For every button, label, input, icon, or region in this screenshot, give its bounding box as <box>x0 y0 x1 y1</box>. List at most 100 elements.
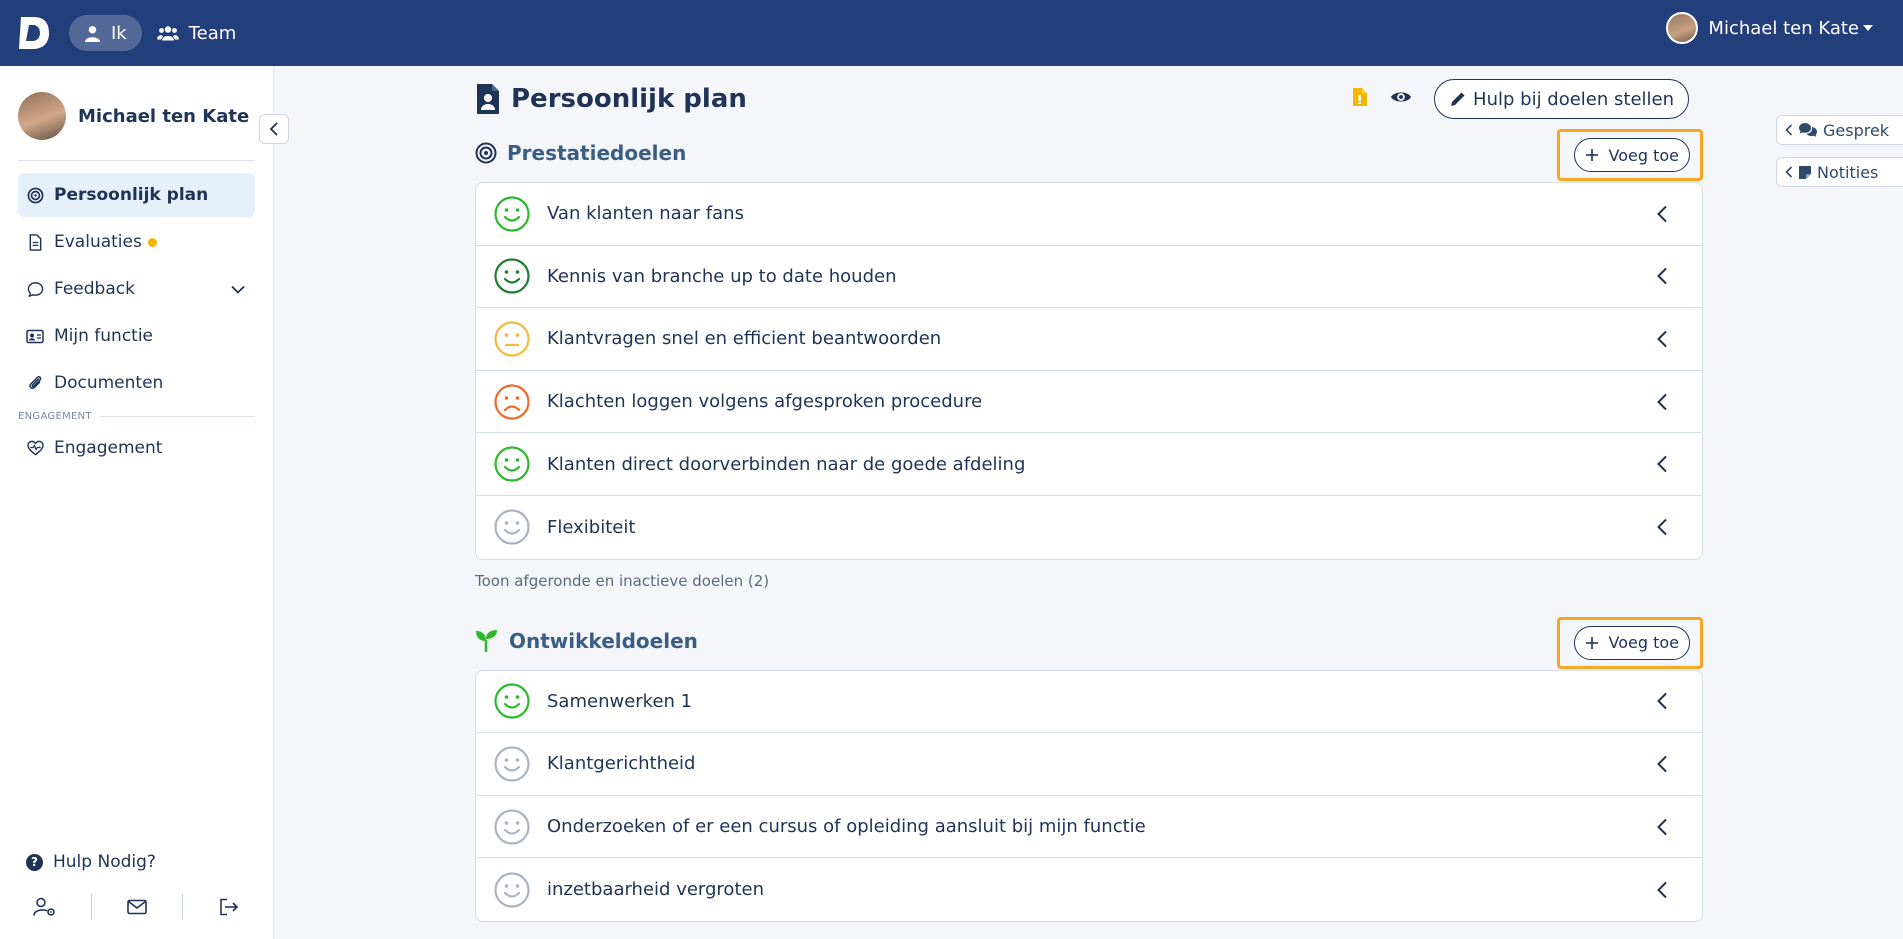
side-tab-label: Gesprek <box>1823 120 1890 140</box>
page-header: Persoonlijk plan Hulp bij doelen stellen <box>475 66 1703 132</box>
logout-icon[interactable] <box>183 894 274 920</box>
notification-dot <box>147 237 157 247</box>
goal-row[interactable]: Kennis van branche up to date houden <box>476 246 1702 309</box>
plus-icon <box>1585 636 1598 649</box>
divider <box>99 416 255 417</box>
smiley-face-icon <box>494 509 530 545</box>
sprout-icon <box>476 629 497 652</box>
goal-row[interactable]: Klantgerichtheid <box>476 733 1702 796</box>
side-tab-gesprek[interactable]: Gesprek <box>1776 115 1903 145</box>
sad-face-icon <box>494 383 530 420</box>
add-goal-label: Voeg toe <box>1608 633 1679 653</box>
target-icon <box>475 142 497 164</box>
goal-row[interactable]: Samenwerken 1 <box>476 671 1702 734</box>
chevron-left-icon <box>1657 393 1667 410</box>
divider <box>18 160 255 161</box>
show-inactive-goals-link[interactable]: Toon afgeronde en inactieve doelen (2) <box>475 572 1703 592</box>
note-icon <box>1799 165 1811 179</box>
sidebar-item-label: Documenten <box>54 373 164 393</box>
eye-icon[interactable] <box>1390 89 1412 109</box>
goal-title: inzetbaarheid vergroten <box>547 879 764 901</box>
chevron-left-icon <box>1657 693 1667 710</box>
person-document-icon <box>477 84 499 114</box>
goal-title: Klachten loggen volgens afgesproken proc… <box>547 391 983 413</box>
highlight-frame: Voeg toe <box>1556 616 1703 669</box>
section-label-text: ENGAGEMENT <box>18 411 92 422</box>
help-link[interactable]: ? Hulp Nodig? <box>26 852 156 872</box>
chevron-left-icon <box>1657 330 1667 348</box>
goal-row[interactable]: inzetbaarheid vergroten <box>476 858 1702 921</box>
sidebar-item-evaluaties[interactable]: Evaluaties <box>18 220 255 264</box>
nav-team[interactable]: Team <box>142 15 252 51</box>
sidebar-item-persoonlijk-plan[interactable]: Persoonlijk plan <box>18 173 255 217</box>
id-card-icon <box>26 327 44 345</box>
side-tab-notities[interactable]: Notities <box>1776 157 1903 187</box>
section-title: Ontwikkeldoelen <box>509 628 698 653</box>
side-tab-label: Notities <box>1817 162 1879 182</box>
section-title: Prestatiedoelen <box>507 141 687 165</box>
chevron-left-icon <box>1657 818 1667 835</box>
heart-pulse-icon <box>26 439 44 457</box>
sidebar-item-feedback[interactable]: Feedback <box>18 267 255 311</box>
chat-bubbles-icon <box>1799 123 1817 137</box>
goal-title: Klantgerichtheid <box>547 753 696 775</box>
chevron-left-icon <box>1657 755 1667 773</box>
chevron-left-icon <box>1657 205 1667 223</box>
sidebar-item-engagement[interactable]: Engagement <box>18 426 255 470</box>
collapse-sidebar-button[interactable] <box>259 114 289 144</box>
chevron-left-icon <box>1785 166 1793 178</box>
goal-row[interactable]: Klanten direct doorverbinden naar de goe… <box>476 433 1702 496</box>
nav-team-label: Team <box>188 22 237 44</box>
chevron-down-icon <box>231 279 245 299</box>
smiley-face-icon <box>494 196 530 232</box>
chevron-left-icon <box>269 122 278 136</box>
goal-list-ontwikkeldoelen: Samenwerken 1 Klantgerichtheid Onderzoeken… <box>475 669 1703 922</box>
page-title: Persoonlijk plan <box>511 84 747 114</box>
sidebar-menu: Persoonlijk plan Evaluaties Feedback Mij… <box>0 173 273 470</box>
highlight-frame: Voeg toe <box>1556 129 1703 181</box>
goal-title: Klanten direct doorverbinden naar de goe… <box>547 453 1026 475</box>
question-icon: ? <box>26 853 43 871</box>
goal-row[interactable]: Onderzoeken of er een cursus of opleidin… <box>476 796 1702 859</box>
section-header-prestatiedoelen: Prestatiedoelen Voeg toe <box>475 129 1703 181</box>
top-navigation-bar: Ik Team Michael ten Kate <box>0 0 1903 66</box>
goal-title: Samenwerken 1 <box>547 690 693 712</box>
chevron-left-icon <box>1657 455 1667 473</box>
app-logo[interactable] <box>17 15 51 51</box>
goal-title: Klantvragen snel en efficient beantwoord… <box>547 328 942 350</box>
goal-row[interactable]: Klachten loggen volgens afgesproken proc… <box>476 371 1702 434</box>
sidebar-item-label: Persoonlijk plan <box>54 185 209 205</box>
goal-row[interactable]: Klantvragen snel en efficient beantwoord… <box>476 308 1702 371</box>
user-menu-name: Michael ten Kate <box>1708 17 1859 39</box>
sidebar-profile[interactable]: Michael ten Kate <box>0 66 273 152</box>
smiley-face-icon <box>494 683 530 719</box>
mail-icon[interactable] <box>92 894 183 920</box>
nav-ik[interactable]: Ik <box>69 15 142 51</box>
add-goal-button[interactable]: Voeg toe <box>1573 138 1690 172</box>
user-icon <box>85 25 100 42</box>
smiley-face-icon <box>494 808 530 845</box>
profile-name: Michael ten Kate <box>78 105 250 127</box>
target-icon <box>26 186 44 204</box>
user-menu[interactable]: Michael ten Kate <box>1666 12 1873 44</box>
sidebar-item-mijn-functie[interactable]: Mijn functie <box>18 314 255 358</box>
chevron-left-icon <box>1657 519 1667 536</box>
nav-ik-label: Ik <box>111 22 127 44</box>
goal-row[interactable]: Van klanten naar fans <box>476 183 1702 246</box>
add-goal-label: Voeg toe <box>1608 145 1679 165</box>
caret-down-icon <box>1863 25 1873 31</box>
goal-title: Van klanten naar fans <box>547 203 744 225</box>
users-icon <box>156 25 179 40</box>
user-settings-icon[interactable] <box>0 894 91 920</box>
section-header-ontwikkeldoelen: Ontwikkeldoelen Voeg toe <box>475 616 1703 669</box>
goal-row[interactable]: Flexibiteit <box>476 496 1702 559</box>
sidebar-item-documenten[interactable]: Documenten <box>18 361 255 405</box>
pdf-file-icon[interactable] <box>1352 87 1368 111</box>
add-goal-button[interactable]: Voeg toe <box>1573 625 1690 660</box>
main-content: Persoonlijk plan Hulp bij doelen stellen… <box>475 66 1703 922</box>
pencil-icon <box>1451 92 1465 106</box>
help-goals-button[interactable]: Hulp bij doelen stellen <box>1434 79 1689 119</box>
sidebar-item-label: Evaluaties <box>54 232 142 252</box>
smiley-face-icon <box>494 446 530 482</box>
smiley-face-icon <box>494 872 530 908</box>
